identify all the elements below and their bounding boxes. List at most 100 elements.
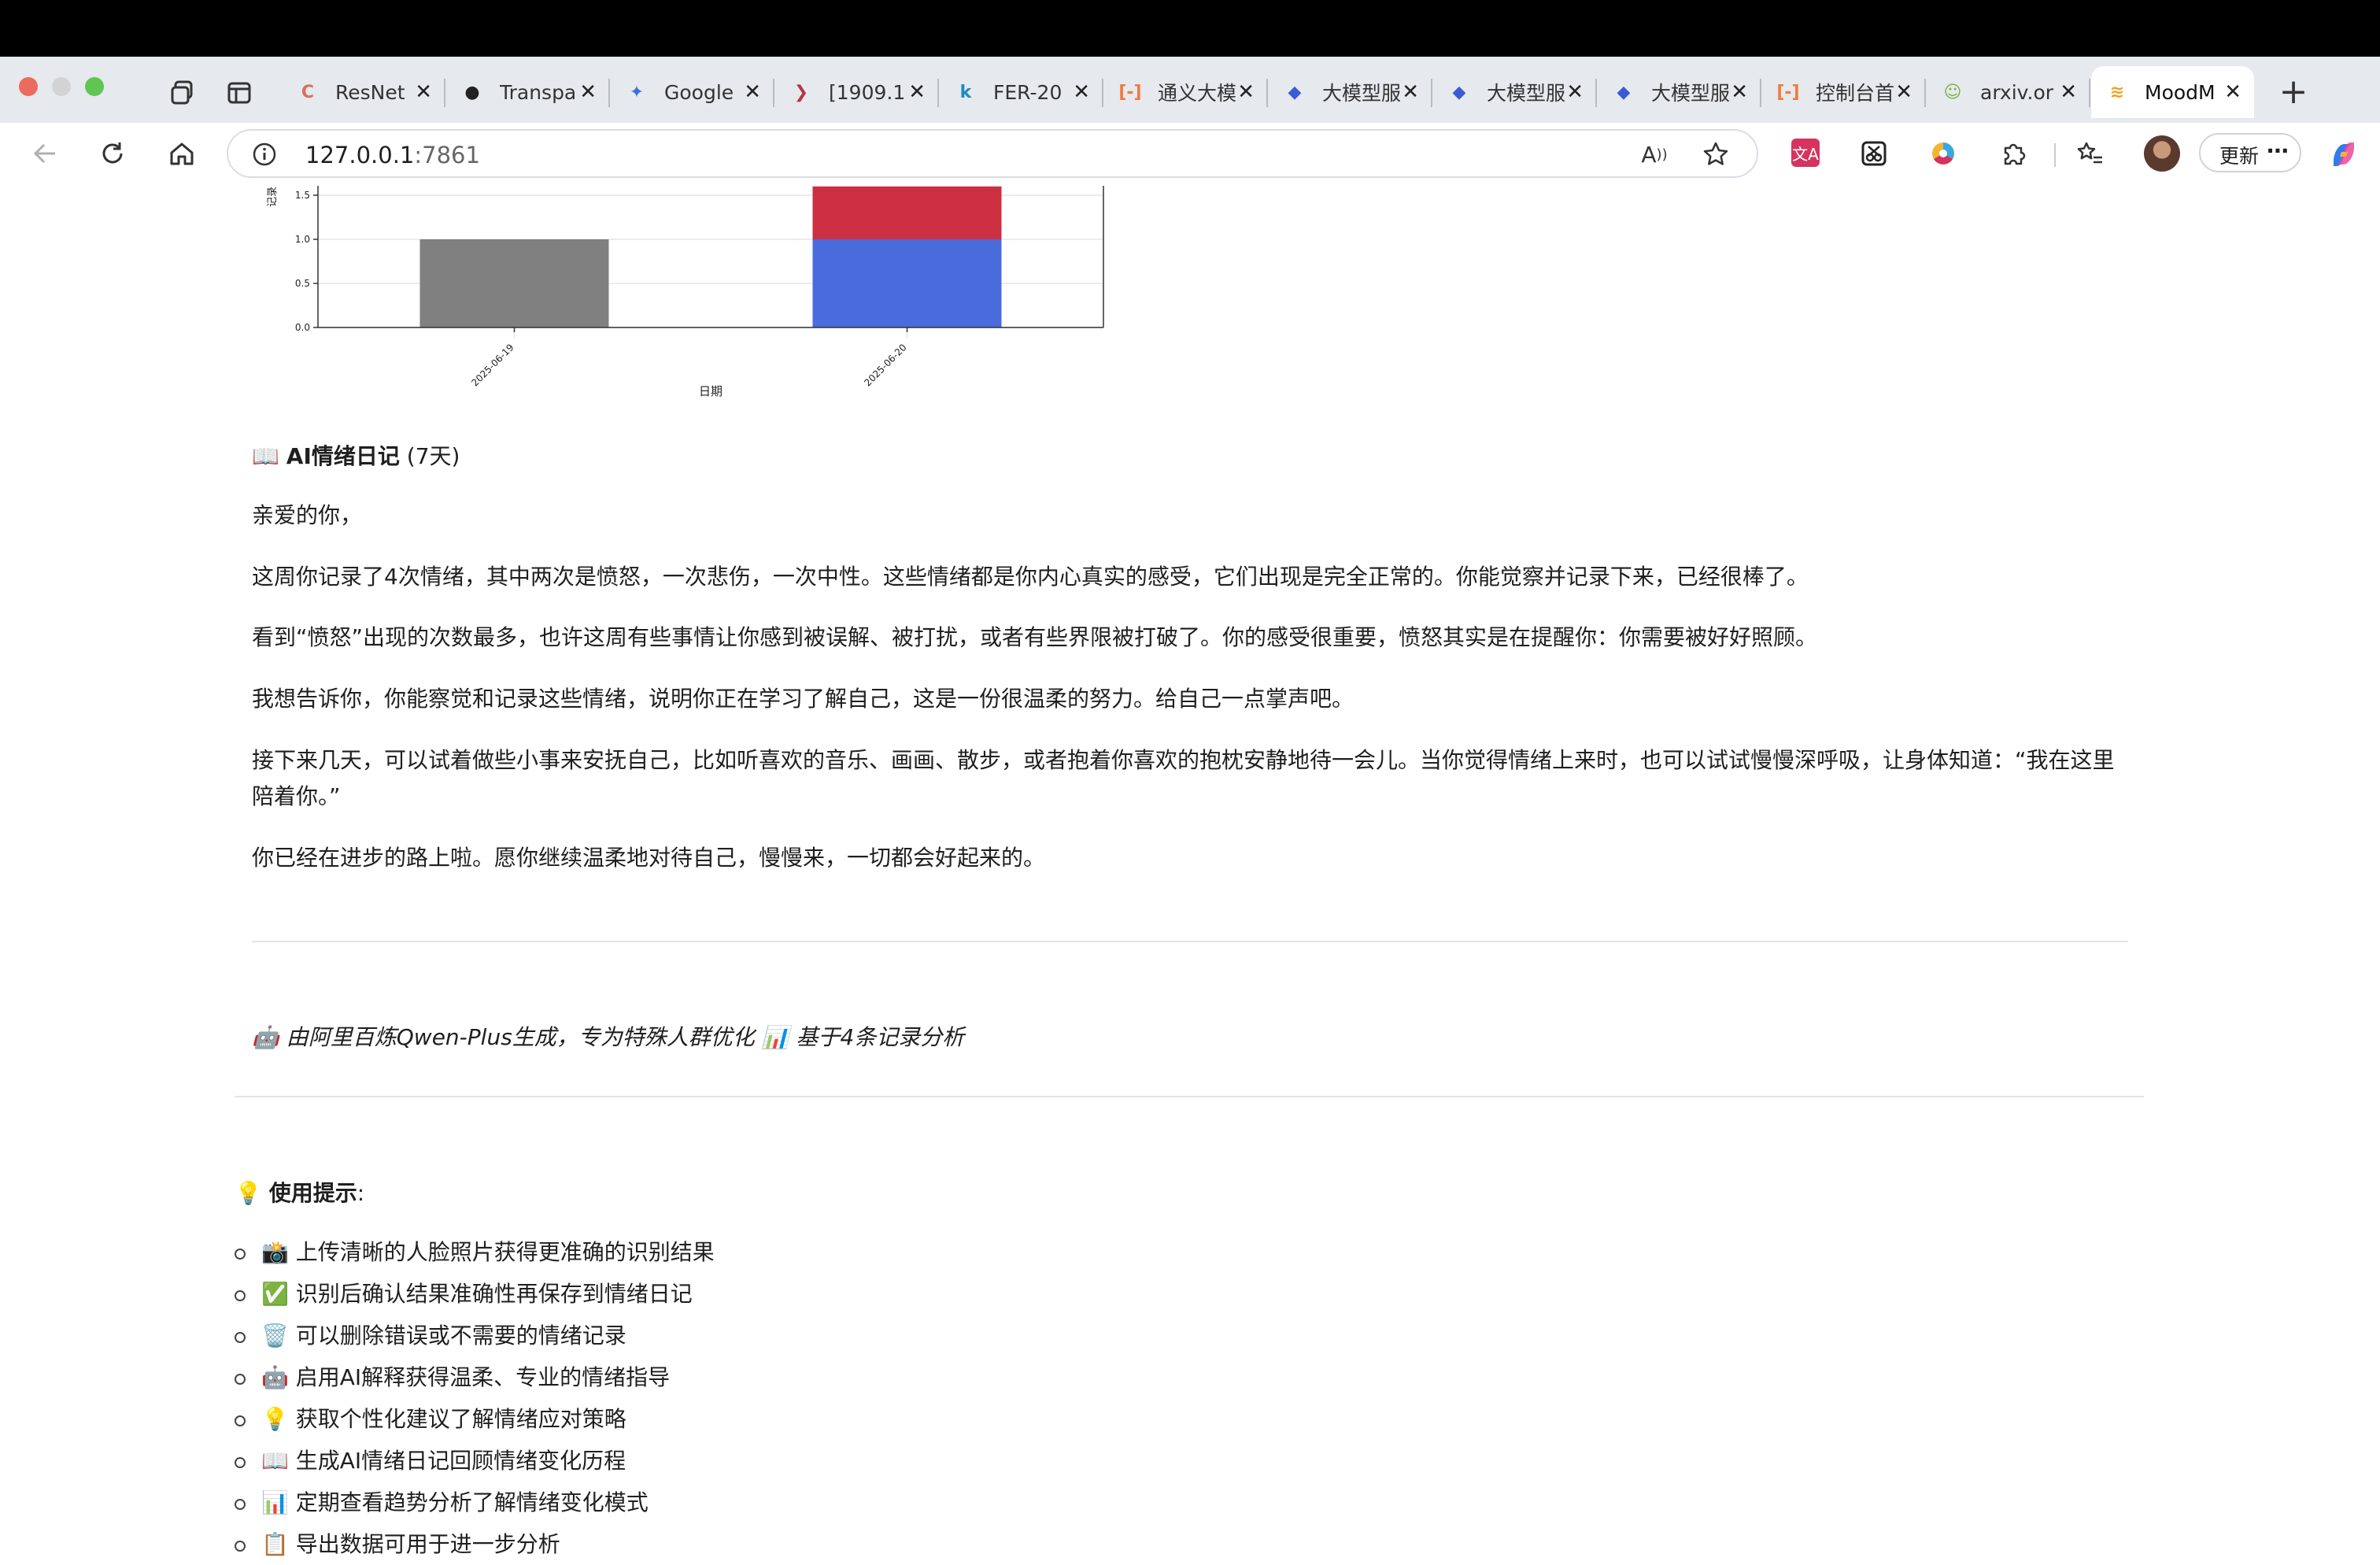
tips-colon: : — [357, 1180, 365, 1206]
color-extension-icon[interactable] — [1928, 139, 1958, 168]
list-item: 🤖 启用AI解释获得温柔、专业的情绪指导 — [235, 1356, 715, 1398]
extensions-puzzle-icon[interactable] — [1999, 139, 2029, 168]
workspaces-icon[interactable] — [165, 77, 200, 109]
diary-paragraph: 看到“愤怒”出现的次数最多，也许这周有些事情让你感到被误解、被打扰，或者有些界限… — [252, 624, 1818, 650]
profile-avatar[interactable] — [2144, 135, 2180, 172]
bar — [812, 186, 1002, 239]
tab-close-icon[interactable]: ✕ — [2060, 80, 2077, 104]
copilot-icon[interactable] — [2326, 137, 2361, 172]
tab-close-icon[interactable]: ✕ — [1895, 80, 1913, 104]
browser-tab[interactable]: C ResNet ✕ — [282, 66, 445, 118]
update-button[interactable]: 更新 ⋯ — [2199, 133, 2301, 172]
tab-separator — [1266, 79, 1268, 107]
tab-favicon-icon: ❯ — [793, 82, 809, 102]
browser-tab[interactable]: ☺ arxiv.or ✕ — [1927, 66, 2090, 118]
tab-favicon-icon: C — [301, 82, 315, 102]
lightbulb-icon: 💡 — [235, 1180, 262, 1206]
browser-tab[interactable]: ❯ [1909.1 ✕ — [775, 66, 939, 118]
tab-actions-icon[interactable] — [222, 77, 257, 109]
refresh-icon[interactable] — [93, 134, 132, 173]
tab-title: Transpa — [500, 80, 577, 104]
diary-title: AI情绪日记 — [286, 443, 400, 469]
bar — [812, 239, 1002, 327]
list-item: 💡 获取个性化建议了解情绪应对策略 — [235, 1398, 715, 1440]
browser-tab[interactable]: [-] 通义大模 ✕ — [1104, 66, 1268, 118]
tab-strip: C ResNet ✕ ● Transpa ✕ ✦ Google ✕ ❯ [1909.1 ✕ k FER-2… — [0, 57, 2380, 123]
favorites-collection-icon[interactable] — [2075, 139, 2106, 170]
y-axis-label: 记录 — [267, 187, 279, 207]
diary-paragraph: 你已经在进步的路上啦。愿你继续温柔地对待自己，慢慢来，一切都会好起来的。 — [252, 845, 1046, 871]
browser-tab[interactable]: ◆ 大模型服 ✕ — [1269, 66, 1432, 118]
tips-list: 📸 上传清晰的人脸照片获得更准确的识别结果 ✅ 识别后确认结果准确性再保存到情绪… — [235, 1231, 715, 1565]
url-text[interactable]: 127.0.0.1:7861 — [305, 142, 480, 168]
emotion-trend-chart: 0.0 0.5 1.0 1.5 2025-06-19 2025-06-20 日期 记录 — [252, 186, 1177, 413]
list-item: ✅ 识别后确认结果准确性再保存到情绪日记 — [235, 1273, 715, 1315]
tab-close-icon[interactable]: ✕ — [1731, 80, 1748, 104]
tab-close-icon[interactable]: ✕ — [744, 80, 761, 104]
update-label: 更新 — [2219, 145, 2260, 168]
tab-separator — [1924, 79, 1926, 107]
tab-close-icon[interactable]: ✕ — [579, 80, 597, 104]
browser-tab[interactable]: [-] 控制台首 ✕ — [1762, 66, 1926, 118]
tab-title: 大模型服 — [1322, 82, 1402, 105]
browser-tab[interactable]: ● Transpa ✕ — [446, 66, 610, 118]
url-port: :7861 — [414, 142, 480, 168]
home-icon[interactable] — [162, 134, 201, 173]
book-icon: 📖 — [252, 443, 279, 469]
site-info-icon[interactable] — [250, 140, 279, 168]
tab-favicon-icon: [-] — [1776, 82, 1800, 102]
list-item: 📖 生成AI情绪日记回顾情绪变化历程 — [235, 1440, 715, 1482]
new-tab-icon[interactable]: + — [2275, 72, 2312, 112]
tab-separator — [1431, 79, 1432, 107]
tab-title: MoodM — [2145, 80, 2216, 104]
browser-tab[interactable]: k FER-20 ✕ — [940, 66, 1103, 118]
tab-title: 控制台首 — [1816, 82, 1895, 105]
tab-close-icon[interactable]: ✕ — [1073, 80, 1090, 104]
y-tick-label: 0.0 — [295, 322, 310, 333]
diary-paragraph: 接下来几天，可以试着做些小事来安抚自己，比如听喜欢的音乐、画画、散步，或者抱着你… — [252, 747, 2115, 809]
browser-tab[interactable]: ◆ 大模型服 ✕ — [1598, 66, 1761, 118]
screenshot-extension-icon[interactable] — [1859, 139, 1889, 168]
address-bar[interactable]: 127.0.0.1:7861 A)) — [227, 129, 1758, 178]
chart-svg: 0.0 0.5 1.0 1.5 2025-06-19 2025-06-20 日期 记录 — [267, 186, 1104, 398]
tab-favicon-icon: ☺ — [1943, 82, 1962, 102]
y-tick-label: 1.0 — [295, 234, 310, 245]
tab-favicon-icon: ≋ — [2109, 82, 2125, 102]
divider — [235, 1096, 2144, 1097]
tab-close-icon[interactable]: ✕ — [415, 80, 432, 104]
browser-tab[interactable]: ◆ 大模型服 ✕ — [1433, 66, 1597, 118]
tab-title: 通义大模 — [1158, 82, 1237, 105]
tab-separator — [773, 79, 774, 107]
x-tick-label: 2025-06-19 — [469, 342, 516, 388]
bar — [419, 239, 609, 327]
back-icon[interactable] — [25, 134, 65, 173]
tips-heading: 💡 使用提示: — [235, 1176, 364, 1208]
diary-greeting: 亲爱的你， — [252, 502, 363, 528]
close-window-button[interactable] — [19, 77, 38, 96]
list-item: 📊 定期查看趋势分析了解情绪变化模式 — [235, 1482, 715, 1523]
tab-close-icon[interactable]: ✕ — [2224, 80, 2241, 104]
tab-close-icon[interactable]: ✕ — [1566, 80, 1584, 104]
tab-separator — [608, 79, 610, 107]
tab-title: 大模型服 — [1487, 82, 1566, 105]
diary-heading: 📖 AI情绪日记 (7天) — [252, 439, 460, 471]
translate-extension-icon[interactable]: 文A — [1791, 139, 1820, 167]
navigation-bar: 127.0.0.1:7861 A)) 文A 更新 ⋯ — [0, 123, 2380, 187]
minimize-window-button[interactable] — [52, 77, 71, 96]
tab-separator — [2089, 79, 2090, 107]
browser-tab[interactable]: ✦ Google ✕ — [611, 66, 774, 118]
url-host: 127.0.0.1 — [305, 142, 415, 168]
favorite-star-icon[interactable] — [1700, 139, 1731, 170]
tab-separator — [1102, 79, 1103, 107]
read-aloud-icon[interactable]: A)) — [1639, 140, 1670, 168]
tab-separator — [1760, 79, 1761, 107]
browser-tab[interactable]: ≋ MoodM ✕ — [2091, 66, 2254, 118]
tab-close-icon[interactable]: ✕ — [1402, 80, 1419, 104]
diary-paragraph: 我想告诉你，你能察觉和记录这些情绪，说明你正在学习了解自己，这是一份很温柔的努力… — [252, 686, 1354, 712]
tab-title: Google — [664, 80, 734, 104]
more-menu-icon[interactable]: ⋯ — [2267, 138, 2289, 164]
zoom-window-button[interactable] — [85, 77, 104, 96]
tab-close-icon[interactable]: ✕ — [908, 80, 926, 104]
tab-favicon-icon: ◆ — [1452, 82, 1466, 102]
tab-close-icon[interactable]: ✕ — [1237, 80, 1255, 104]
